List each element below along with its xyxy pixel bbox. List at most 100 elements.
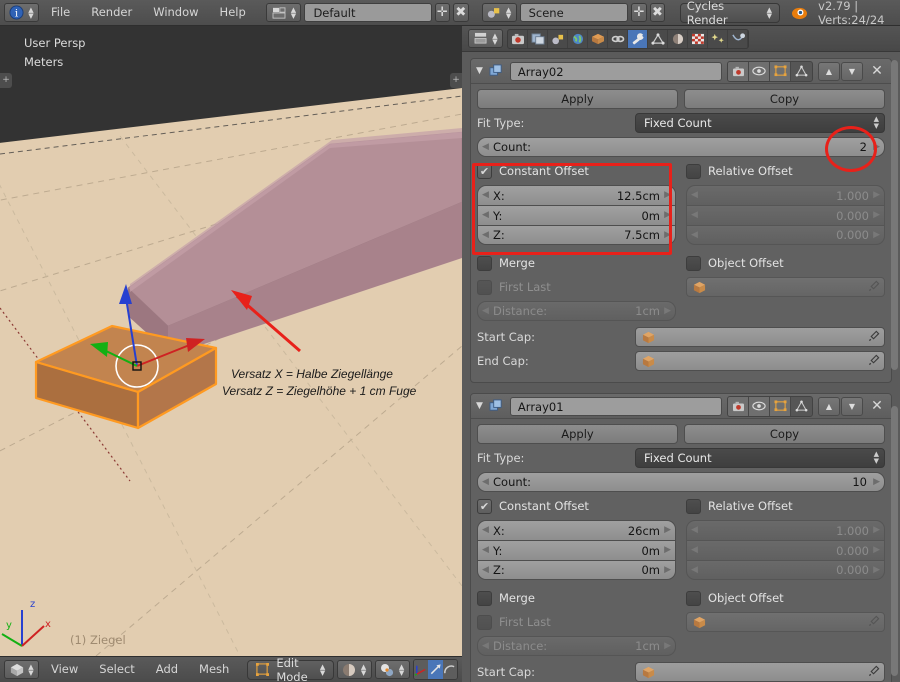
constraints-tab[interactable] [608,30,628,48]
menu-render[interactable]: Render [82,3,141,22]
merge-checkbox-icon-array02[interactable] [477,256,492,271]
screen-layout-selector[interactable]: ▲▼ [266,3,301,22]
collapse-triangle-icon[interactable]: ▼ [476,401,483,411]
count-field-array01[interactable]: ◀ Count: 10 ▶ [477,472,885,492]
object-offset-checkbox-row-array01[interactable]: Object Offset [686,588,885,608]
count-increment-icon[interactable]: ▶ [873,142,880,153]
modifier-reorder-array02[interactable]: ▲ ▼ [818,62,863,81]
layout-spinner-icon[interactable]: ▲▼ [289,7,297,19]
interaction-mode-dropdown[interactable]: Edit Mode ▲▼ [247,660,333,680]
render-tab[interactable] [508,30,528,48]
count-decrement-icon[interactable]: ◀ [482,142,489,153]
merge-checkbox-row-array02[interactable]: Merge [477,253,676,273]
constant-offset-checkbox-row-array02[interactable]: ✔ Constant Offset [477,161,676,181]
x-increment-icon[interactable]: ▶ [664,190,671,201]
delete-scene-button[interactable]: ✖ [650,3,665,22]
editor-type-spinner-icon-bottom[interactable]: ▲▼ [27,664,35,676]
scene-tab[interactable] [548,30,568,48]
relative-offset-checkbox-icon-array02[interactable] [686,164,701,179]
apply-button-array01[interactable]: Apply [477,424,678,444]
x-decrement-icon[interactable]: ◀ [482,525,489,536]
y-increment-icon[interactable]: ▶ [664,210,671,221]
modifier-toggles-array02[interactable] [727,61,813,82]
properties-scrollbar-upper[interactable] [891,60,898,370]
viewport-toggle-icon[interactable] [749,62,770,81]
y-decrement-icon[interactable]: ◀ [482,210,489,221]
modifier-name-field-array01[interactable]: Array01 [510,397,722,416]
editor-type-info-button[interactable]: i ▲▼ [4,3,39,22]
edit-mode-toggle-icon[interactable] [770,397,791,416]
add-scene-button[interactable]: ✛ [631,3,646,22]
delete-layout-button[interactable]: ✖ [453,3,468,22]
fit-type-dropdown-array01[interactable]: Fixed Count ▲▼ [635,448,885,468]
x-decrement-icon[interactable]: ◀ [482,190,489,201]
start-cap-field-array01[interactable] [635,662,885,682]
z-increment-icon[interactable]: ▶ [664,565,671,576]
viewport-menu-view[interactable]: View [42,660,87,679]
editor-type-view3d-button[interactable]: ▲▼ [4,660,39,679]
particles-tab[interactable] [708,30,728,48]
render-layers-tab[interactable] [528,30,548,48]
properties-spinner-icon[interactable]: ▲▼ [491,33,499,45]
copy-button-array01[interactable]: Copy [684,424,885,444]
material-tab[interactable] [668,30,688,48]
move-up-icon[interactable]: ▲ [818,62,840,81]
object-offset-checkbox-icon-array02[interactable] [686,256,701,271]
world-tab[interactable] [568,30,588,48]
eyedropper-icon[interactable] [868,354,880,369]
constant-offset-x-array02[interactable]: ◀ X: 12.5cm ▶ [477,185,676,205]
count-increment-icon[interactable]: ▶ [873,477,880,488]
modifier-name-field-array02[interactable]: Array02 [510,62,722,81]
constant-offset-y-array02[interactable]: ◀ Y: 0m ▶ [477,205,676,225]
eyedropper-icon[interactable] [868,280,880,295]
constant-offset-z-array02[interactable]: ◀ Z: 7.5cm ▶ [477,225,676,245]
count-decrement-icon[interactable]: ◀ [482,477,489,488]
editor-type-properties-button[interactable]: ▲▼ [468,29,503,48]
modifiers-tab[interactable] [628,30,648,48]
texture-tab[interactable] [688,30,708,48]
relative-offset-checkbox-row-array02[interactable]: Relative Offset [686,161,885,181]
translate-manipulator-icon[interactable] [428,660,442,679]
physics-tab[interactable] [728,30,748,48]
menu-file[interactable]: File [42,3,79,22]
scene-name-field[interactable]: Scene [520,3,629,22]
eyedropper-icon[interactable] [868,330,880,345]
move-down-icon[interactable]: ▼ [841,62,863,81]
screen-layout-name[interactable]: Default [304,3,431,22]
constant-offset-y-array01[interactable]: ◀ Y: 0m ▶ [477,540,676,560]
manipulator-toggle-icon[interactable] [414,660,428,679]
x-increment-icon[interactable]: ▶ [664,525,671,536]
constant-offset-z-array01[interactable]: ◀ Z: 0m ▶ [477,560,676,580]
render-toggle-icon[interactable] [728,397,749,416]
object-offset-checkbox-row-array02[interactable]: Object Offset [686,253,885,273]
z-increment-icon[interactable]: ▶ [664,230,671,241]
shading-spinner-icon[interactable]: ▲▼ [360,664,368,676]
editor-type-spinner-icon[interactable]: ▲▼ [27,7,35,19]
move-down-icon[interactable]: ▼ [841,397,863,416]
collapse-triangle-icon[interactable]: ▼ [476,66,483,76]
count-field-array02[interactable]: ◀ Count: 2 ▶ [477,137,885,157]
copy-button-array02[interactable]: Copy [684,89,885,109]
menu-help[interactable]: Help [211,3,255,22]
render-toggle-icon[interactable] [728,62,749,81]
modifier-toggles-array01[interactable] [727,396,813,417]
scene-spinner-icon[interactable]: ▲▼ [505,7,513,19]
viewport-menu-mesh[interactable]: Mesh [190,660,238,679]
rotate-manipulator-icon[interactable] [443,660,457,679]
viewport-toggle-icon[interactable] [749,397,770,416]
menu-window[interactable]: Window [144,3,207,22]
object-offset-checkbox-icon-array01[interactable] [686,591,701,606]
fit-type-dropdown-array02[interactable]: Fixed Count ▲▼ [635,113,885,133]
relative-offset-checkbox-icon-array01[interactable] [686,499,701,514]
eyedropper-icon[interactable] [868,615,880,630]
z-decrement-icon[interactable]: ◀ [482,565,489,576]
pivot-point-dropdown[interactable]: ▲▼ [375,660,410,679]
cage-toggle-icon[interactable] [791,397,812,416]
z-decrement-icon[interactable]: ◀ [482,230,489,241]
viewport-menu-add[interactable]: Add [147,660,187,679]
y-decrement-icon[interactable]: ◀ [482,545,489,556]
apply-button-array02[interactable]: Apply [477,89,678,109]
render-engine-dropdown[interactable]: Cycles Render ▲▼ [680,3,780,23]
constant-offset-checkbox-row-array01[interactable]: ✔ Constant Offset [477,496,676,516]
object-data-tab[interactable] [648,30,668,48]
